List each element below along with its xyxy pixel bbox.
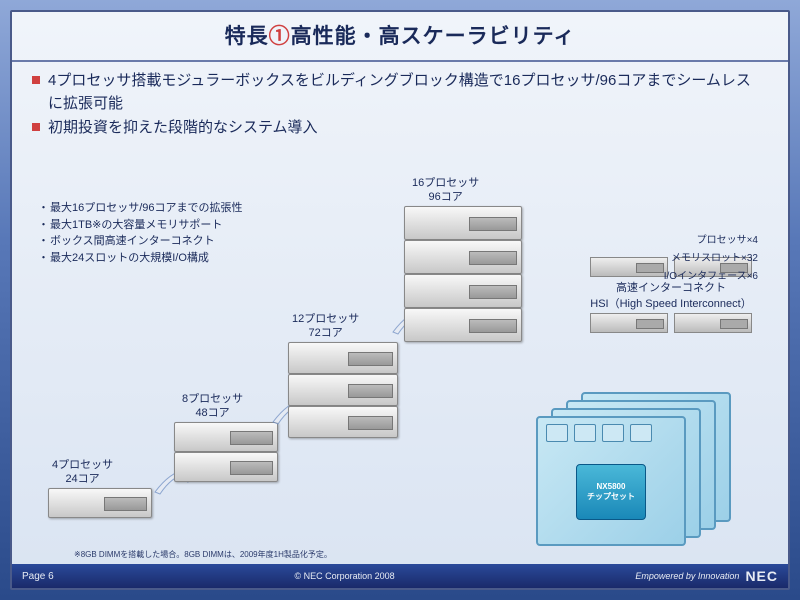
copyright: © NEC Corporation 2008 [54, 571, 636, 581]
nec-logo: NEC [745, 568, 778, 584]
hsi-bottom-row [576, 313, 766, 333]
stack2-proc: 8プロセッサ [182, 393, 243, 405]
server-stack-1 [48, 488, 152, 518]
processor-chip-icon [630, 424, 652, 442]
mini-server [590, 313, 668, 333]
label-io: I/Oインタフェース×6 [664, 268, 758, 286]
bullet-1: 4プロセッサ搭載モジュラーボックスをビルディングブロック構造で16プロセッサ/9… [48, 70, 764, 115]
mini-server [590, 257, 668, 277]
processor-chip-icon [602, 424, 624, 442]
chipset-name: NX5800 [597, 482, 626, 491]
chipset-icon: NX5800 チップセット [576, 464, 646, 520]
mini-server [674, 313, 752, 333]
stack1-cores: 24コア [65, 473, 99, 485]
footer-bar: Page 6 © NEC Corporation 2008 Empowered … [12, 564, 788, 588]
server-box [404, 308, 522, 342]
stack4-label: 16プロセッサ 96コア [412, 176, 479, 205]
label-memory: メモリスロット×32 [664, 250, 758, 268]
page-number: Page 6 [22, 571, 54, 582]
slide: 特長①高性能・高スケーラビリティ 4プロセッサ搭載モジュラーボックスをビルディン… [10, 10, 790, 590]
stack2-label: 8プロセッサ 48コア [182, 392, 243, 421]
server-stack-4 [404, 206, 522, 342]
title-number: ① [269, 25, 291, 48]
server-box [288, 406, 398, 438]
footnote: ※8GB DIMMを搭載した場合。8GB DIMMは、2009年度1H製品化予定… [74, 549, 332, 560]
stack3-proc: 12プロセッサ [292, 313, 359, 325]
server-box [404, 206, 522, 240]
server-box [404, 240, 522, 274]
label-processors: プロセッサ×4 [664, 232, 758, 250]
title-bar: 特長①高性能・高スケーラビリティ [12, 12, 788, 62]
stack1-proc: 4プロセッサ [52, 459, 113, 471]
server-box [48, 488, 152, 518]
stack4-cores: 96コア [429, 191, 463, 203]
stack4-proc: 16プロセッサ [412, 177, 479, 189]
server-box [404, 274, 522, 308]
slide-title: 特長①高性能・高スケーラビリティ [12, 20, 788, 50]
bullet-2: 初期投資を抑えた段階的なシステム導入 [48, 117, 764, 140]
stack3-cores: 72コア [309, 327, 343, 339]
title-prefix: 特長 [225, 25, 269, 48]
server-box [288, 342, 398, 374]
module-board: NX5800 チップセット [536, 416, 686, 546]
chipset-diagram: NX5800 チップセット [536, 392, 766, 552]
server-stack-2 [174, 422, 278, 482]
hsi-label-2: HSI（High Speed Interconnect） [576, 295, 766, 311]
stack2-cores: 48コア [195, 407, 229, 419]
scaling-diagram: 4プロセッサ 24コア 8プロセッサ 48コア 12プロセッサ 72コア [12, 162, 788, 562]
server-box [174, 452, 278, 482]
stack1-label: 4プロセッサ 24コア [52, 458, 113, 487]
processor-chip-icon [546, 424, 568, 442]
processor-chip-icon [574, 424, 596, 442]
server-stack-3 [288, 342, 398, 438]
stack3-label: 12プロセッサ 72コア [292, 312, 359, 341]
title-main: 高性能・高スケーラビリティ [291, 25, 576, 48]
server-box [288, 374, 398, 406]
chipset-labels: プロセッサ×4 メモリスロット×32 I/Oインタフェース×6 [664, 232, 758, 286]
chipset-sub: チップセット [587, 491, 635, 502]
main-bullets: 4プロセッサ搭載モジュラーボックスをビルディングブロック構造で16プロセッサ/9… [12, 62, 788, 146]
server-box [174, 422, 278, 452]
tagline: Empowered by Innovation [635, 571, 739, 581]
